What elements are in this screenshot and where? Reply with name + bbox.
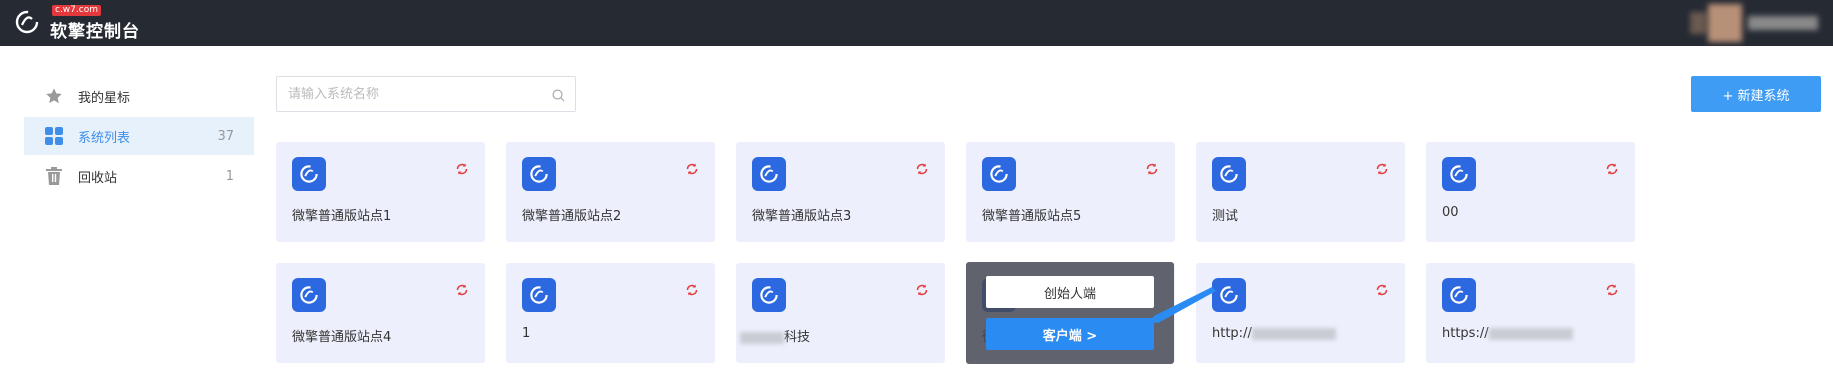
system-name: 微擎普通版站点3 xyxy=(752,209,852,224)
sidebar-item-label: 我的星标 xyxy=(78,90,131,106)
refresh-icon[interactable] xyxy=(685,283,699,297)
refresh-icon[interactable] xyxy=(915,283,929,297)
app-logo-icon xyxy=(1442,278,1476,312)
refresh-icon[interactable] xyxy=(1145,162,1159,176)
system-card[interactable]: 科技 xyxy=(736,263,945,363)
card-hover-overlay: 创始人端 客户端 > xyxy=(966,262,1174,364)
app-logo-icon xyxy=(752,278,786,312)
w7-logo-icon[interactable] xyxy=(14,9,40,35)
refresh-icon[interactable] xyxy=(455,162,469,176)
top-bar: c.w7.com 软擎控制台 xyxy=(0,0,1833,46)
sidebar-item-count: 1 xyxy=(225,168,234,184)
redacted-text xyxy=(1488,327,1573,340)
search-icon[interactable] xyxy=(552,89,565,102)
search-box xyxy=(276,76,576,112)
system-card[interactable]: 微擎普通版站点5 xyxy=(966,142,1175,242)
system-name: 科技 xyxy=(740,326,810,345)
system-card[interactable]: http:// xyxy=(1196,263,1405,363)
app-logo-icon xyxy=(522,278,556,312)
app-logo-icon xyxy=(1442,157,1476,191)
system-name: 1 xyxy=(522,326,531,341)
system-card[interactable]: 测试 xyxy=(1196,142,1405,242)
system-name: 微擎普通版站点5 xyxy=(982,209,1082,224)
star-icon xyxy=(44,86,64,106)
refresh-icon[interactable] xyxy=(1605,162,1619,176)
system-card[interactable]: https:// xyxy=(1426,263,1635,363)
system-card[interactable]: 微擎普通版站点4 xyxy=(276,263,485,363)
system-card[interactable]: 1 xyxy=(506,263,715,363)
trash-icon xyxy=(44,166,64,186)
redacted-text xyxy=(1251,327,1336,340)
refresh-icon[interactable] xyxy=(915,162,929,176)
system-card[interactable]: 微擎普通版站点3 xyxy=(736,142,945,242)
sidebar-item-starred[interactable]: 我的星标 xyxy=(24,77,254,115)
system-name: https:// xyxy=(1442,326,1573,341)
search-input[interactable] xyxy=(277,77,537,111)
app-logo-icon xyxy=(982,157,1016,191)
sidebar-item-system-list[interactable]: 系统列表 37 xyxy=(24,117,254,155)
app-logo-icon xyxy=(752,157,786,191)
refresh-icon[interactable] xyxy=(1605,283,1619,297)
app-logo-icon xyxy=(292,278,326,312)
system-name: 微擎普通版站点2 xyxy=(522,209,622,224)
system-name: 测试 xyxy=(1212,209,1239,224)
new-system-button[interactable]: + 新建系统 xyxy=(1691,76,1821,112)
refresh-icon[interactable] xyxy=(455,283,469,297)
sidebar-item-label: 回收站 xyxy=(78,170,118,186)
refresh-icon[interactable] xyxy=(685,162,699,176)
system-card[interactable]: 微擎普通版站点1 xyxy=(276,142,485,242)
app-title: 软擎控制台 xyxy=(50,22,140,42)
annotation-arrow-icon xyxy=(1150,287,1216,323)
refresh-icon[interactable] xyxy=(1375,283,1389,297)
user-avatar[interactable] xyxy=(1690,4,1820,42)
system-card[interactable]: 00 xyxy=(1426,142,1635,242)
sidebar-item-label: 系统列表 xyxy=(78,130,131,146)
sidebar-item-recycle-bin[interactable]: 回收站 1 xyxy=(24,157,254,195)
redacted-text xyxy=(740,331,784,344)
founder-portal-button[interactable]: 创始人端 xyxy=(986,276,1154,308)
client-portal-button[interactable]: 客户端 > xyxy=(986,318,1154,350)
app-logo-icon xyxy=(292,157,326,191)
system-name: 微擎普通版站点1 xyxy=(292,209,392,224)
system-name: http:// xyxy=(1212,326,1336,341)
system-card[interactable]: 微擎普通版站点2 xyxy=(506,142,715,242)
sidebar-item-count: 37 xyxy=(217,128,234,144)
app-logo-icon xyxy=(1212,157,1246,191)
system-name: 微擎普通版站点4 xyxy=(292,330,392,345)
refresh-icon[interactable] xyxy=(1375,162,1389,176)
app-logo-icon xyxy=(522,157,556,191)
site-badge: c.w7.com xyxy=(52,5,101,16)
system-name: 00 xyxy=(1442,205,1459,220)
grid-icon xyxy=(44,126,64,146)
